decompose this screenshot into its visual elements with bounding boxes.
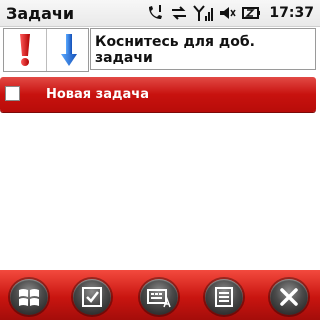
sync-icon[interactable] (169, 3, 189, 23)
bottom-toolbar (0, 270, 320, 320)
app-title: Задачи (6, 4, 75, 23)
windows-start-button[interactable] (10, 279, 48, 315)
windows-start-icon (17, 286, 41, 308)
task-item[interactable]: Новая задача (0, 77, 316, 112)
close-button[interactable] (270, 279, 308, 315)
task-label: Новая задача (46, 87, 149, 102)
speaker-icon[interactable] (217, 3, 237, 23)
down-arrow-icon[interactable] (60, 33, 78, 67)
close-icon (278, 286, 300, 308)
input-panel-button[interactable] (140, 279, 178, 315)
phone-signal-icon[interactable] (145, 3, 165, 23)
status-bar: Задачи 17:37 (0, 0, 320, 27)
priority-selector[interactable] (3, 28, 89, 72)
clock[interactable]: 17:37 (269, 5, 314, 21)
checkmark-icon (81, 286, 103, 308)
status-icons: 17:37 (145, 2, 314, 24)
signal-strength-icon[interactable] (193, 3, 214, 23)
task-checkbox[interactable] (5, 86, 20, 101)
priority-divider (46, 29, 47, 71)
battery-icon[interactable] (241, 3, 261, 23)
menu-button[interactable] (205, 279, 243, 315)
exclamation-icon[interactable] (16, 33, 34, 67)
menu-list-icon (213, 286, 235, 308)
complete-task-button[interactable] (73, 279, 111, 315)
new-task-row: Коснитесь для доб. задачи (0, 27, 320, 73)
new-task-input[interactable]: Коснитесь для доб. задачи (90, 28, 316, 70)
keyboard-icon (147, 286, 171, 308)
